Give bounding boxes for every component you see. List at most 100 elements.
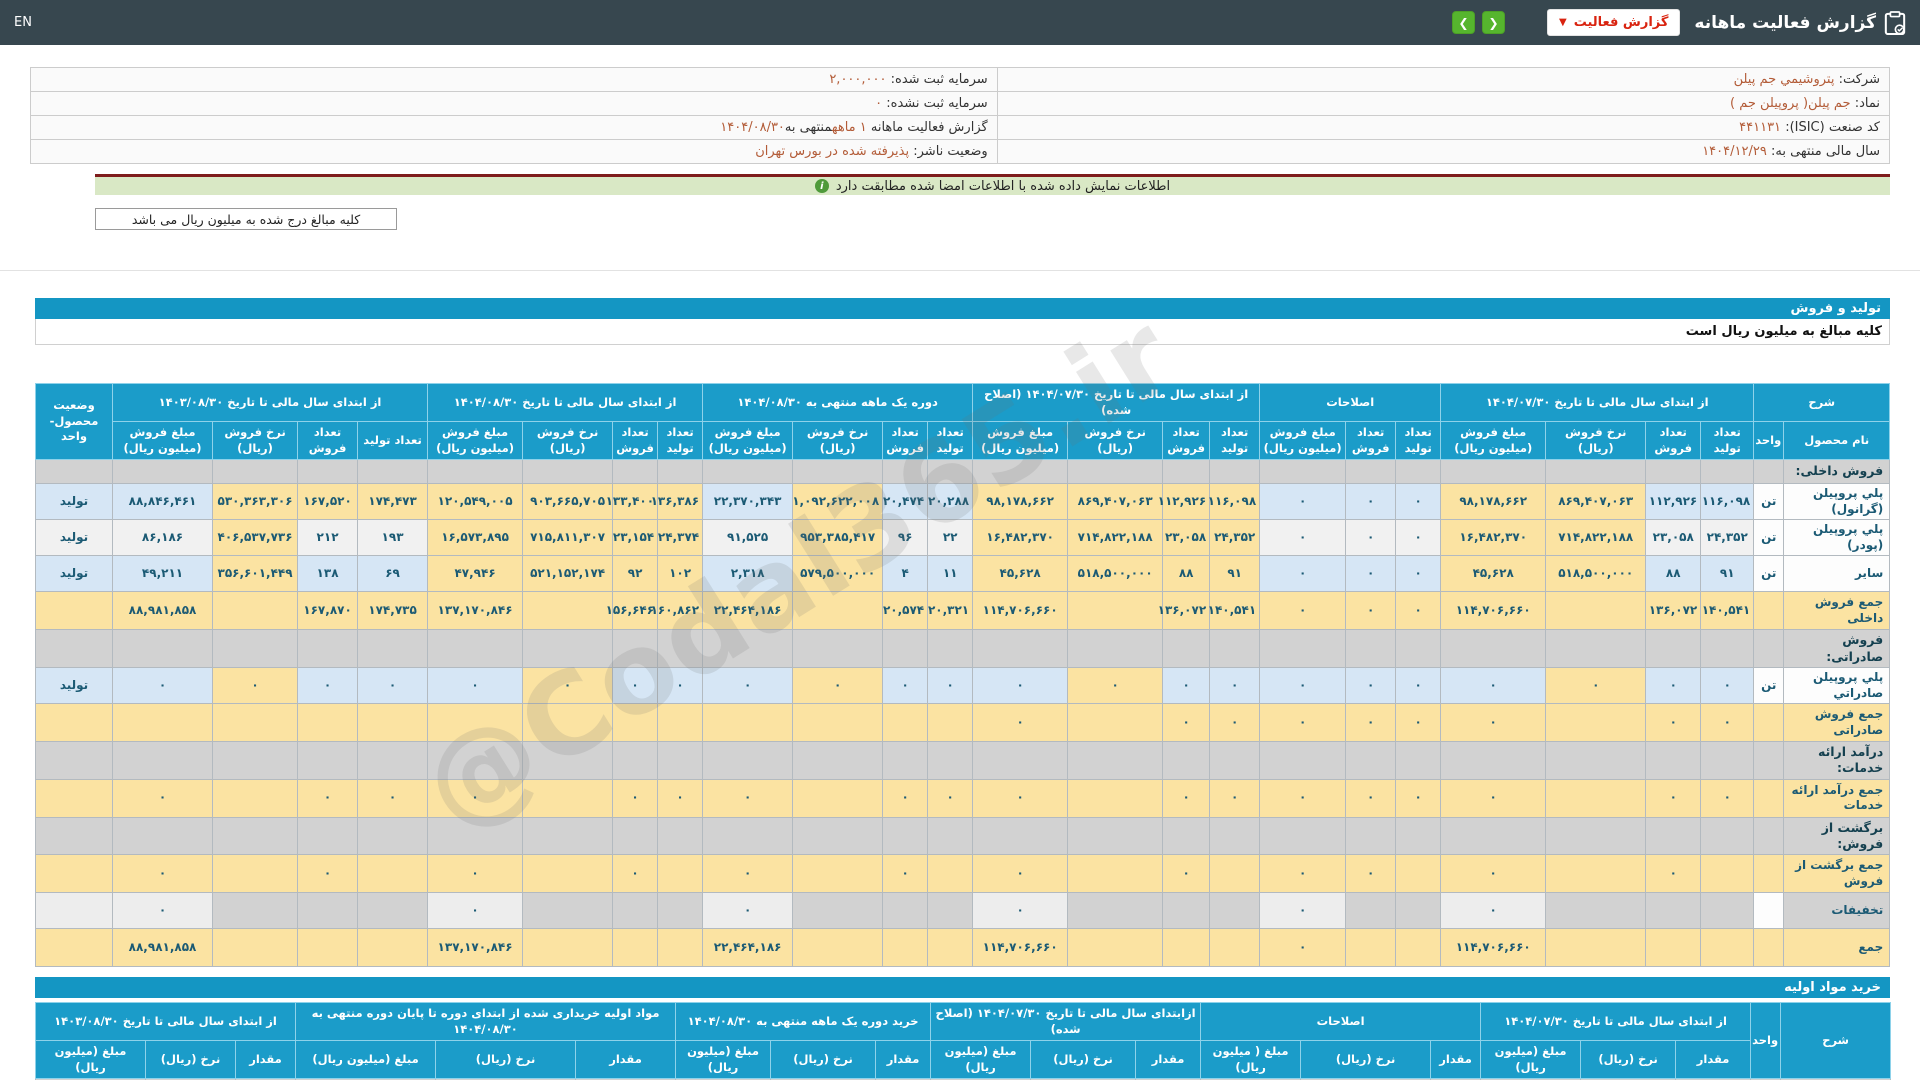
- prev-report-button[interactable]: ❮: [1451, 11, 1475, 34]
- value-cell: ۱۳۸: [297, 555, 359, 593]
- info-cell: سال مالی منتهی به: ۱۴۰۴/۱۲/۲۹: [996, 139, 1891, 164]
- measure-header: تعداد فروش: [297, 421, 359, 461]
- value-cell: [702, 741, 794, 780]
- value-cell: ۱۴۰,۵۴۱: [1700, 591, 1755, 631]
- value-cell: [1345, 741, 1397, 780]
- section-title-raw-materials: خرید مواد اولیه: [35, 977, 1890, 999]
- value-cell: [702, 629, 794, 668]
- unit-cell: [1753, 854, 1785, 894]
- value-cell: ۰: [111, 854, 214, 894]
- status-cell: [35, 816, 113, 856]
- report-type-dropdown[interactable]: گزارش فعالیت ▼: [1546, 9, 1681, 36]
- value-cell: [297, 816, 359, 856]
- value-cell: ۱۳۷,۱۷۰,۸۴۶: [427, 591, 524, 631]
- caret-down-icon: ▼: [1558, 17, 1567, 28]
- value-cell: ۱۳۳,۴۰۰: [606, 483, 659, 521]
- next-report-button[interactable]: ❯: [1481, 11, 1505, 34]
- row-label: پلي پروپيلن (گرانول): [1783, 483, 1891, 521]
- status-cell: تولید: [35, 483, 113, 521]
- measure-header: نرخ (ریال): [145, 1040, 237, 1080]
- value-cell: [297, 741, 359, 780]
- value-cell: [522, 703, 614, 743]
- value-cell: [1067, 778, 1164, 818]
- status-cell: [35, 459, 113, 485]
- value-cell: ۰: [702, 778, 794, 818]
- value-cell: [612, 703, 659, 743]
- value-cell: [1700, 816, 1755, 856]
- value-cell: ۰: [1440, 778, 1547, 818]
- value-cell: [612, 892, 659, 930]
- value-cell: [1209, 928, 1261, 968]
- value-cell: ۷۱۴,۸۲۲,۱۸۸: [1545, 519, 1647, 557]
- value-cell: ۵۲۱,۱۵۲,۱۷۴: [522, 555, 614, 593]
- value-cell: ۰: [1259, 591, 1347, 631]
- company-info: شرکت: پتروشيمي جم پيلن سرمایه ثبت شده: ۲,…: [30, 67, 1891, 164]
- value-cell: [297, 629, 359, 668]
- row-label: پلي پروپيلن (پودر): [1783, 519, 1891, 557]
- value-cell: ۰: [1209, 778, 1261, 818]
- row-label: جمع درآمد ارائه خدمات: [1783, 778, 1891, 818]
- value-cell: ۰: [882, 778, 929, 818]
- value-cell: ۰: [522, 666, 614, 705]
- value-cell: ۰: [1700, 778, 1755, 818]
- language-switch-en[interactable]: EN: [14, 15, 32, 30]
- value-cell: [1209, 816, 1261, 856]
- value-cell: ۰: [1395, 778, 1442, 818]
- status-cell: تولید: [35, 555, 113, 593]
- value-cell: ۱۱۲,۹۲۶: [1645, 483, 1702, 521]
- measure-header: مقدار: [1430, 1040, 1482, 1080]
- value-cell: [657, 741, 704, 780]
- value-cell: [1440, 629, 1547, 668]
- top-navbar: گزارش فعالیت ماهانه گزارش فعالیت ▼ ❯ ❮ E…: [0, 0, 1920, 45]
- measure-header: مبلغ فروش (میلیون ریال): [111, 421, 214, 461]
- value-cell: [882, 816, 929, 856]
- row-label: جمع: [1783, 928, 1891, 968]
- measure-header: تعداد فروش: [882, 421, 929, 461]
- measure-header: مبلغ (میلیون ریال): [675, 1040, 772, 1080]
- value-cell: ۱۱۶,۰۹۸: [1208, 483, 1261, 521]
- value-cell: [702, 703, 794, 743]
- value-cell: [1645, 459, 1702, 485]
- value-cell: [657, 892, 704, 930]
- value-cell: ۰: [1162, 778, 1211, 818]
- measure-header: مبلغ ( میلیون ریال): [1200, 1040, 1302, 1080]
- value-cell: ۰: [357, 666, 429, 705]
- value-cell: [522, 816, 614, 856]
- row-label: پلي پروپيلن صادراتي: [1783, 666, 1891, 705]
- value-cell: ۰: [1440, 892, 1547, 930]
- value-cell: ۲۲,۴۶۴,۱۸۶: [702, 591, 794, 631]
- measure-header: تعداد فروش: [612, 421, 659, 461]
- row-label: تخفیفات: [1783, 892, 1891, 930]
- value-cell: [357, 928, 429, 968]
- status-cell: [35, 629, 113, 668]
- measure-header: مبلغ (میلیون ریال): [1480, 1040, 1582, 1080]
- value-cell: [1395, 629, 1442, 668]
- value-cell: [357, 816, 429, 856]
- value-cell: ۰: [1395, 666, 1442, 705]
- value-cell: [1259, 816, 1347, 856]
- value-cell: [357, 703, 429, 743]
- company-info-table: شرکت: پتروشيمي جم پيلن سرمایه ثبت شده: ۲,…: [30, 67, 1891, 164]
- value-cell: [357, 892, 429, 930]
- value-cell: [212, 928, 299, 968]
- unit-header: واحد: [1750, 1002, 1782, 1080]
- period-group-header: از ابتدای سال مالی تا تاریخ ۱۴۰۴/۰۷/۳۰: [1480, 1002, 1752, 1042]
- report-dropdown-label: گزارش فعالیت: [1573, 15, 1669, 30]
- value-cell: [1345, 459, 1397, 485]
- value-cell: [1162, 741, 1211, 780]
- value-cell: [612, 816, 659, 856]
- value-cell: [357, 629, 429, 668]
- section-row: برگشت از فروش:: [35, 816, 1891, 856]
- value-cell: [1440, 459, 1547, 485]
- value-cell: ۴: [882, 555, 929, 593]
- period-group-header: ازابتدای سال مالی تا تاریخ ۱۴۰۴/۰۷/۳۰ (ا…: [930, 1002, 1202, 1042]
- value-cell: [522, 778, 614, 818]
- value-cell: [297, 459, 359, 485]
- value-cell: ۰: [427, 666, 524, 705]
- value-cell: ۰: [427, 854, 524, 894]
- value-cell: ۰: [1645, 666, 1702, 705]
- value-cell: ۰: [1645, 854, 1702, 894]
- value-cell: ۰: [1259, 778, 1347, 818]
- measure-header: مبلغ فروش (میلیون ریال): [427, 421, 524, 461]
- value-cell: [1345, 816, 1397, 856]
